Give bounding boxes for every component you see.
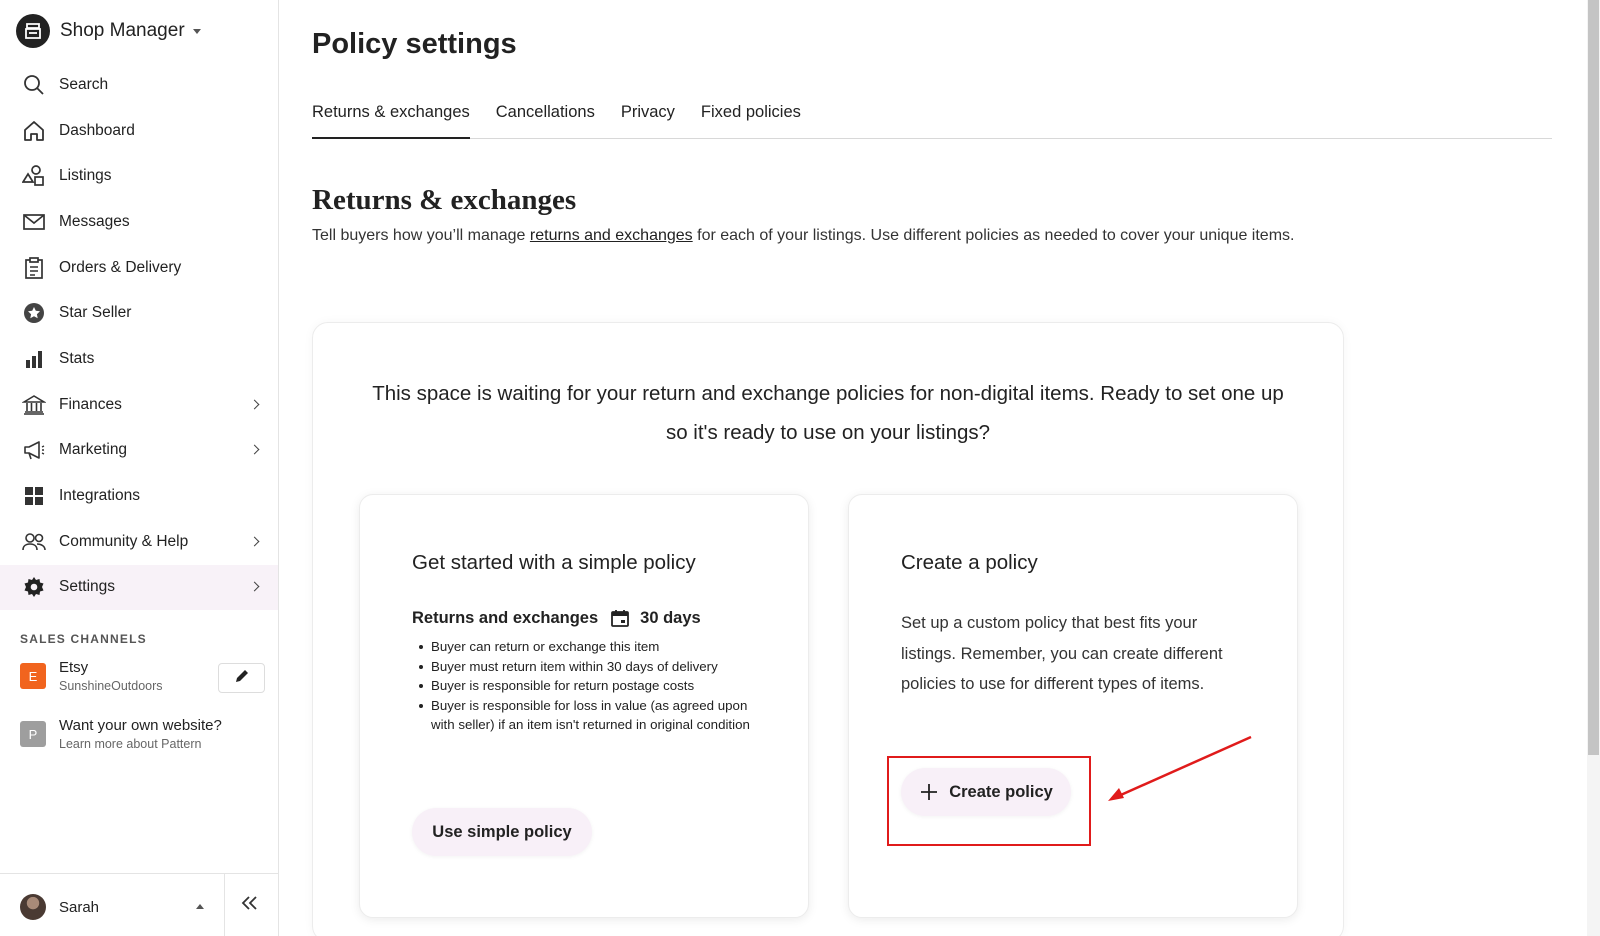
sidebar-item-listings[interactable]: Listings bbox=[0, 153, 278, 199]
sidebar-item-orders[interactable]: Orders & Delivery bbox=[0, 245, 278, 291]
sidebar-item-label: Search bbox=[59, 75, 109, 93]
sidebar-item-label: Orders & Delivery bbox=[59, 258, 182, 276]
returns-exchanges-link[interactable]: returns and exchanges bbox=[530, 227, 693, 244]
shop-manager-switcher[interactable]: Shop Manager bbox=[16, 13, 201, 49]
etsy-badge: E bbox=[20, 663, 46, 689]
sidebar-item-settings[interactable]: Settings bbox=[0, 564, 278, 611]
chevron-right-icon bbox=[249, 399, 260, 410]
sidebar-item-community-help[interactable]: Community & Help bbox=[0, 519, 278, 565]
list-item: Buyer must return item within 30 days of… bbox=[412, 657, 762, 677]
shop-manager-title: Shop Manager bbox=[60, 20, 185, 41]
caret-down-icon bbox=[192, 28, 201, 34]
envelope-icon bbox=[21, 209, 47, 235]
tab-cancellations[interactable]: Cancellations bbox=[496, 100, 595, 139]
sidebar-item-label: Finances bbox=[59, 395, 122, 413]
sidebar-item-label: Messages bbox=[59, 212, 130, 230]
shop-icon bbox=[16, 14, 50, 48]
simple-policy-card: Get started with a simple policy Returns… bbox=[359, 494, 809, 918]
sidebar-item-stats[interactable]: Stats bbox=[0, 336, 278, 382]
sidebar-nav: Search Dashboard Listings Messages Order… bbox=[0, 62, 278, 611]
double-chevron-left-icon bbox=[241, 895, 259, 916]
collapse-sidebar-button[interactable] bbox=[232, 888, 268, 922]
pattern-badge: P bbox=[20, 721, 46, 747]
gear-icon bbox=[21, 574, 47, 600]
page-title: Policy settings bbox=[312, 28, 517, 60]
policy-label: Returns and exchanges bbox=[412, 608, 599, 627]
desc-text: Tell buyers how you’ll manage bbox=[312, 227, 530, 244]
chevron-right-icon bbox=[249, 581, 260, 592]
tab-privacy[interactable]: Privacy bbox=[621, 100, 675, 139]
sidebar-item-label: Dashboard bbox=[59, 121, 135, 139]
channel-sub: Learn more about Pattern bbox=[59, 737, 202, 751]
sidebar-item-label: Settings bbox=[59, 578, 116, 596]
pencil-icon bbox=[234, 668, 250, 689]
sidebar-item-label: Integrations bbox=[59, 487, 140, 505]
home-icon bbox=[21, 118, 47, 144]
policy-days: 30 days bbox=[640, 608, 701, 627]
clipboard-icon bbox=[21, 255, 47, 281]
channel-name: Want your own website? bbox=[59, 717, 222, 734]
sidebar-item-search[interactable]: Search bbox=[0, 62, 278, 108]
sidebar-item-marketing[interactable]: Marketing bbox=[0, 428, 278, 474]
sidebar-item-label: Star Seller bbox=[59, 304, 132, 322]
sales-channels-heading: SALES CHANNELS bbox=[20, 632, 147, 646]
sidebar-item-star-seller[interactable]: Star Seller bbox=[0, 290, 278, 336]
section-title: Returns & exchanges bbox=[312, 184, 577, 216]
sidebar-item-label: Listings bbox=[59, 167, 112, 185]
list-item: Buyer can return or exchange this item bbox=[412, 637, 762, 657]
simple-policy-title: Get started with a simple policy bbox=[412, 551, 696, 574]
create-policy-card: Create a policy Set up a custom policy t… bbox=[848, 494, 1298, 918]
list-item: Buyer is responsible for loss in value (… bbox=[412, 696, 762, 735]
chevron-right-icon bbox=[249, 444, 260, 455]
calendar-icon bbox=[610, 608, 630, 628]
sidebar-item-label: Community & Help bbox=[59, 532, 189, 550]
policy-summary: Returns and exchanges 30 days bbox=[412, 608, 701, 628]
search-icon bbox=[21, 72, 47, 98]
sidebar-item-finances[interactable]: Finances bbox=[0, 382, 278, 428]
divider bbox=[224, 874, 225, 936]
annotation-highlight-box bbox=[887, 756, 1091, 846]
create-policy-description: Set up a custom policy that best fits yo… bbox=[901, 614, 1223, 693]
channel-shop: SunshineOutdoors bbox=[59, 679, 163, 693]
tab-returns-exchanges[interactable]: Returns & exchanges bbox=[312, 100, 470, 139]
user-menu[interactable]: Sarah bbox=[20, 894, 99, 920]
bank-icon bbox=[21, 392, 47, 418]
grid-icon bbox=[21, 483, 47, 509]
sidebar-item-integrations[interactable]: Integrations bbox=[0, 473, 278, 519]
channel-etsy[interactable]: E Etsy SunshineOutdoors bbox=[20, 659, 163, 693]
tab-fixed-policies[interactable]: Fixed policies bbox=[701, 100, 801, 139]
empty-state-message: This space is waiting for your return an… bbox=[372, 382, 1284, 444]
annotation-arrow-icon bbox=[1108, 735, 1252, 801]
list-item: Buyer is responsible for return postage … bbox=[412, 676, 762, 696]
bar-chart-icon bbox=[21, 346, 47, 372]
caret-up-icon[interactable] bbox=[196, 904, 204, 909]
use-simple-policy-button[interactable]: Use simple policy bbox=[412, 808, 592, 856]
policy-tabs: Returns & exchanges Cancellations Privac… bbox=[312, 100, 1552, 139]
listings-shapes-icon bbox=[21, 163, 47, 189]
create-policy-title: Create a policy bbox=[901, 551, 1038, 574]
user-bar: Sarah bbox=[0, 873, 278, 936]
chevron-right-icon bbox=[249, 536, 260, 547]
sidebar-item-label: Marketing bbox=[59, 441, 128, 459]
desc-text: for each of your listings. Use different… bbox=[692, 227, 1295, 244]
sidebar: Shop Manager Search Dashboard Listings M… bbox=[0, 0, 279, 936]
megaphone-icon bbox=[21, 437, 47, 463]
edit-channel-button[interactable] bbox=[218, 663, 265, 693]
avatar bbox=[20, 894, 46, 920]
people-icon bbox=[21, 529, 47, 555]
star-badge-icon bbox=[21, 300, 47, 326]
sidebar-item-dashboard[interactable]: Dashboard bbox=[0, 108, 278, 154]
sidebar-item-label: Stats bbox=[59, 349, 95, 367]
user-name: Sarah bbox=[59, 898, 100, 916]
sidebar-item-messages[interactable]: Messages bbox=[0, 199, 278, 245]
policy-rules: Buyer can return or exchange this item B… bbox=[412, 637, 762, 735]
section-description: Tell buyers how you’ll manage returns an… bbox=[312, 222, 1322, 249]
empty-state-card: This space is waiting for your return an… bbox=[312, 322, 1344, 936]
channel-name: Etsy bbox=[59, 659, 89, 676]
scrollbar-thumb[interactable] bbox=[1588, 0, 1599, 755]
channel-pattern[interactable]: P Want your own website? Learn more abou… bbox=[20, 717, 222, 751]
